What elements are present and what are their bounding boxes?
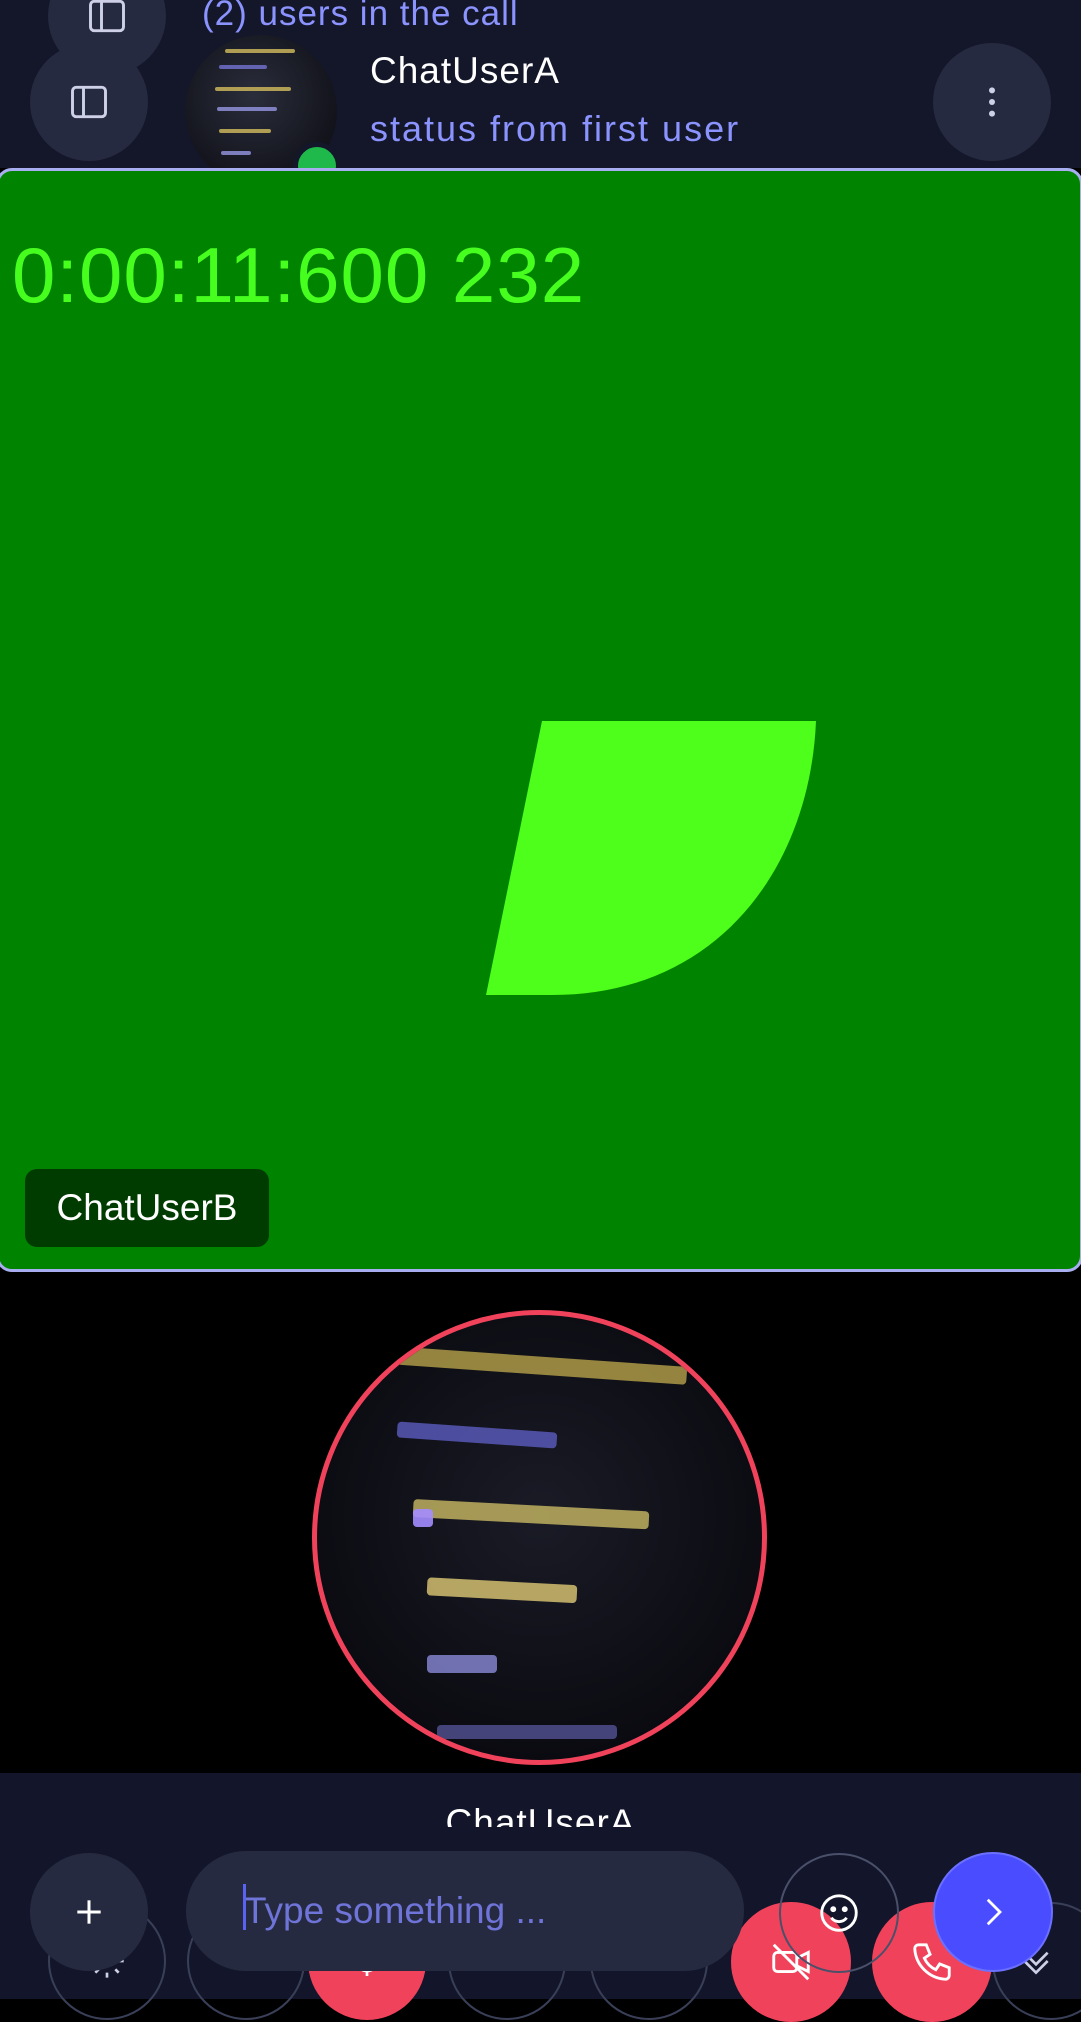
emoji-icon (820, 1894, 858, 1932)
call-participant-count: (2) users in the call (202, 0, 519, 33)
more-options-button[interactable] (933, 43, 1051, 161)
sidebar-toggle-button[interactable] (30, 43, 148, 161)
emoji-button[interactable] (779, 1853, 899, 1973)
more-vertical-icon (989, 87, 995, 117)
send-icon (986, 1898, 1002, 1926)
remote-participant-label: ChatUserB (25, 1169, 269, 1247)
remote-participant-name: ChatUserB (56, 1187, 238, 1228)
video-timer-text: 0:00:11:600 232 (12, 231, 586, 319)
chat-user-status: status from first user (370, 108, 741, 149)
video-pie-shape (486, 721, 816, 995)
sidebar-icon (89, 0, 125, 33)
add-attachment-button[interactable] (30, 1853, 148, 1971)
code-background-image (396, 1346, 688, 1739)
text-caret (243, 1884, 246, 1930)
send-button[interactable] (933, 1852, 1053, 1972)
chat-user-name[interactable]: ChatUserA (370, 50, 560, 92)
plus-icon (77, 1900, 101, 1924)
local-video-preview[interactable] (312, 1310, 767, 1765)
sidebar-icon (71, 85, 107, 119)
message-input[interactable] (186, 1851, 744, 1971)
